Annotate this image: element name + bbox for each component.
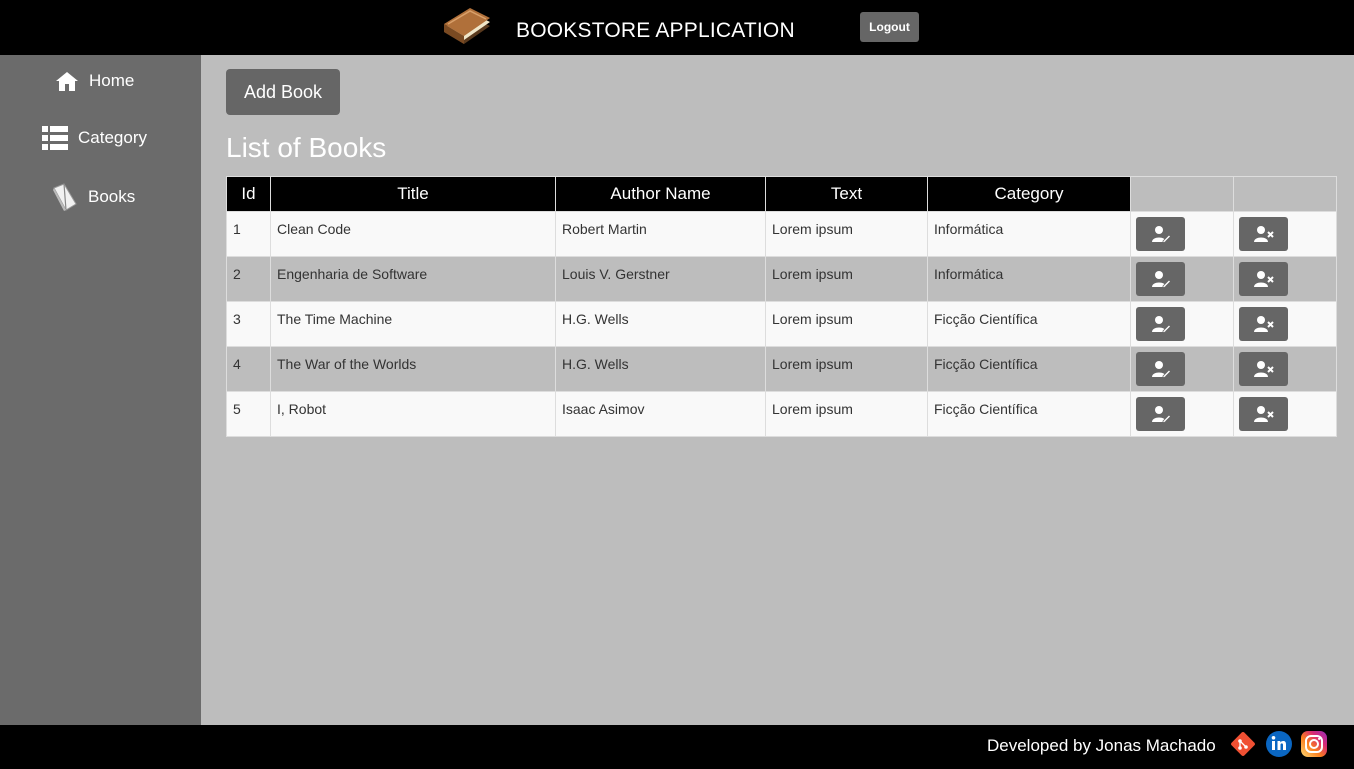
cell-text: Lorem ipsum <box>765 346 928 392</box>
git-icon[interactable] <box>1229 730 1257 758</box>
book-logo-icon <box>444 8 490 44</box>
book-icon <box>53 183 77 211</box>
cell-delete <box>1233 256 1337 302</box>
cell-category: Informática <box>927 256 1131 302</box>
column-header-edit <box>1130 176 1234 212</box>
cell-category: Ficção Científica <box>927 346 1131 392</box>
cell-title: Clean Code <box>270 211 556 257</box>
developer-credit: Developed by Jonas Machado <box>987 736 1216 755</box>
cell-category: Informática <box>927 211 1131 257</box>
app-title: BOOKSTORE APPLICATION <box>516 19 795 42</box>
table-row: 2 Engenharia de Software Louis V. Gerstn… <box>226 256 1337 302</box>
cell-id: 3 <box>226 301 271 347</box>
delete-button[interactable] <box>1239 352 1288 386</box>
delete-button[interactable] <box>1239 397 1288 431</box>
sidebar-item-label: Books <box>88 187 136 206</box>
user-delete-icon <box>1253 406 1274 422</box>
column-header-category: Category <box>927 176 1131 212</box>
cell-id: 2 <box>226 256 271 302</box>
cell-text: Lorem ipsum <box>765 301 928 347</box>
cell-title: Engenharia de Software <box>270 256 556 302</box>
edit-button[interactable] <box>1136 397 1185 431</box>
sidebar-item-category[interactable]: Category <box>42 125 147 151</box>
column-header-text: Text <box>765 176 928 212</box>
cell-author: H.G. Wells <box>555 301 766 347</box>
cell-text: Lorem ipsum <box>765 391 928 437</box>
cell-author: Louis V. Gerstner <box>555 256 766 302</box>
cell-delete <box>1233 211 1337 257</box>
cell-edit <box>1130 211 1234 257</box>
sidebar-item-home[interactable]: Home <box>55 69 134 93</box>
delete-button[interactable] <box>1239 217 1288 251</box>
delete-button[interactable] <box>1239 262 1288 296</box>
cell-author: H.G. Wells <box>555 346 766 392</box>
cell-delete <box>1233 301 1337 347</box>
user-edit-icon <box>1151 406 1171 423</box>
cell-delete <box>1233 391 1337 437</box>
sidebar-item-label: Category <box>78 128 147 147</box>
column-header-title: Title <box>270 176 556 212</box>
cell-id: 5 <box>226 391 271 437</box>
table-header-row: Id Title Author Name Text Category <box>226 176 1337 212</box>
sidebar: Home Category Books <box>0 55 201 725</box>
list-icon <box>42 126 68 150</box>
app-footer: Developed by Jonas Machado <box>0 725 1354 769</box>
sidebar-item-label: Home <box>89 71 135 90</box>
home-icon <box>56 72 78 91</box>
cell-id: 4 <box>226 346 271 392</box>
edit-button[interactable] <box>1136 352 1185 386</box>
cell-category: Ficção Científica <box>927 391 1131 437</box>
sidebar-item-books[interactable]: Books <box>52 182 135 212</box>
user-edit-icon <box>1151 226 1171 243</box>
cell-edit <box>1130 301 1234 347</box>
user-edit-icon <box>1151 271 1171 288</box>
table-row: 4 The War of the Worlds H.G. Wells Lorem… <box>226 346 1337 392</box>
delete-button[interactable] <box>1239 307 1288 341</box>
user-delete-icon <box>1253 316 1274 332</box>
table-row: 1 Clean Code Robert Martin Lorem ipsum I… <box>226 211 1337 257</box>
cell-id: 1 <box>226 211 271 257</box>
edit-button[interactable] <box>1136 262 1185 296</box>
cell-title: I, Robot <box>270 391 556 437</box>
page-title: List of Books <box>226 132 387 163</box>
user-edit-icon <box>1151 316 1171 333</box>
user-delete-icon <box>1253 226 1274 242</box>
edit-button[interactable] <box>1136 307 1185 341</box>
cell-edit <box>1130 256 1234 302</box>
user-edit-icon <box>1151 361 1171 378</box>
table-row: 5 I, Robot Isaac Asimov Lorem ipsum Ficç… <box>226 391 1337 437</box>
logout-button[interactable]: Logout <box>860 12 919 42</box>
cell-title: The Time Machine <box>270 301 556 347</box>
app-header: BOOKSTORE APPLICATION Logout <box>0 0 1354 55</box>
cell-category: Ficção Científica <box>927 301 1131 347</box>
cell-edit <box>1130 346 1234 392</box>
instagram-icon[interactable] <box>1300 730 1328 758</box>
cell-author: Isaac Asimov <box>555 391 766 437</box>
cell-text: Lorem ipsum <box>765 211 928 257</box>
column-header-id: Id <box>226 176 271 212</box>
add-book-button[interactable]: Add Book <box>226 69 340 115</box>
column-header-author: Author Name <box>555 176 766 212</box>
cell-author: Robert Martin <box>555 211 766 257</box>
cell-edit <box>1130 391 1234 437</box>
table-row: 3 The Time Machine H.G. Wells Lorem ipsu… <box>226 301 1337 347</box>
cell-title: The War of the Worlds <box>270 346 556 392</box>
edit-button[interactable] <box>1136 217 1185 251</box>
user-delete-icon <box>1253 361 1274 377</box>
books-table: Id Title Author Name Text Category 1 Cle… <box>226 176 1337 437</box>
cell-text: Lorem ipsum <box>765 256 928 302</box>
cell-delete <box>1233 346 1337 392</box>
linkedin-icon[interactable] <box>1265 730 1293 758</box>
column-header-delete <box>1233 176 1337 212</box>
user-delete-icon <box>1253 271 1274 287</box>
